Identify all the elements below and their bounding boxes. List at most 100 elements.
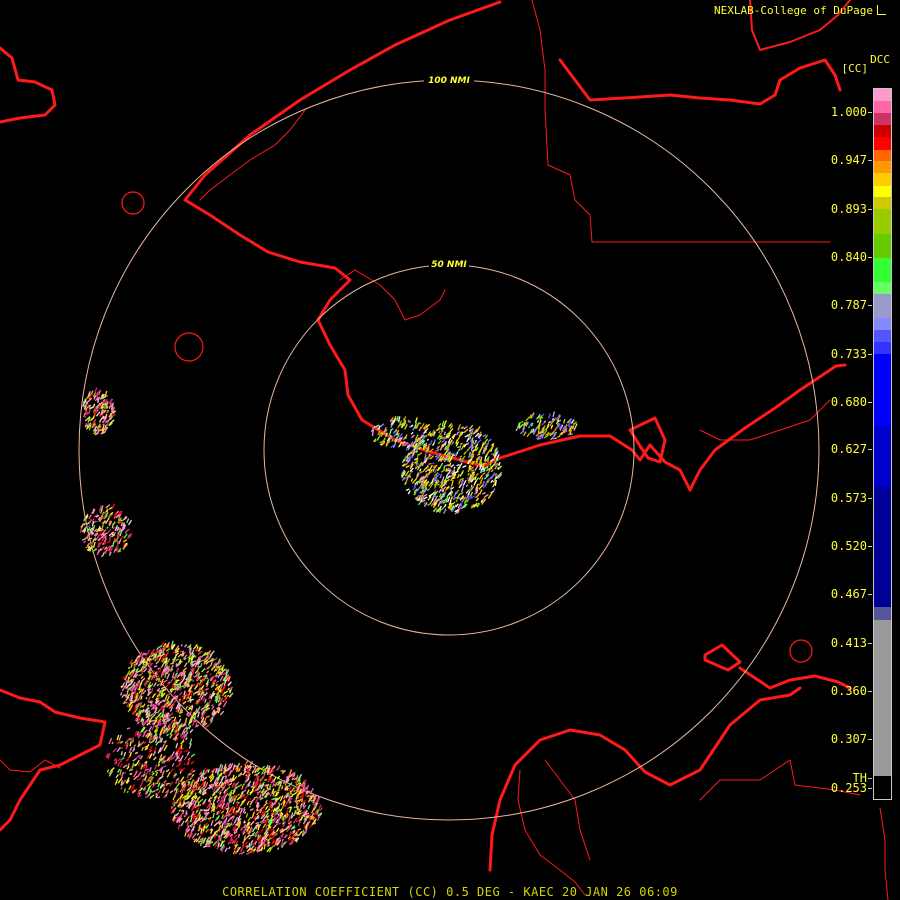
- color-scale-segment: [874, 294, 891, 318]
- echo-pixel: [407, 419, 410, 423]
- product-footer: CORRELATION COEFFICIENT (CC) 0.5 DEG - K…: [222, 885, 678, 899]
- echo-pixel: [171, 668, 174, 671]
- product-unit: [CC]: [841, 62, 869, 75]
- echo-pixel: [151, 770, 154, 774]
- color-scale-segment: [874, 317, 891, 331]
- echo-pixel: [303, 815, 306, 818]
- color-scale-label: 0.947: [830, 152, 867, 167]
- color-scale-bar: [873, 88, 892, 800]
- color-scale-tick: [868, 546, 872, 548]
- color-scale-segment: [874, 149, 891, 162]
- color-scale-segment: [874, 113, 891, 126]
- color-scale-segment: [874, 353, 891, 427]
- echo-pixel: [261, 844, 265, 847]
- color-scale-segment: [874, 173, 891, 186]
- color-scale-label: 0.307: [830, 731, 867, 746]
- echo-pixel: [402, 438, 405, 441]
- echo-pixel: [428, 453, 431, 456]
- echo-pixel: [420, 471, 423, 474]
- echo-pixel: [133, 690, 136, 693]
- color-scale-segment: [874, 426, 891, 487]
- color-scale-label: 0.840: [830, 249, 867, 264]
- echo-pixel: [234, 827, 237, 830]
- color-scale-tick: [868, 112, 872, 113]
- echo-pixel: [87, 539, 90, 542]
- echo-pixel: [185, 678, 188, 681]
- echo-pixel: [404, 422, 407, 425]
- ring-label-100: 100 NMI: [428, 76, 470, 86]
- echo-pixel: [187, 714, 190, 717]
- color-scale-label: 0.573: [830, 491, 867, 506]
- color-scale-tick: [868, 778, 872, 779]
- color-scale-tick: [868, 304, 872, 306]
- echo-pixel: [197, 665, 200, 668]
- echo-pixel: [227, 813, 231, 816]
- color-scale-segment: [874, 607, 891, 620]
- color-scale-segment: [874, 125, 891, 137]
- product-code: DCC: [870, 53, 890, 66]
- echo-pixel: [199, 679, 202, 682]
- color-scale-segment: [874, 486, 891, 608]
- echo-pixel: [281, 838, 284, 842]
- echo-pixel: [460, 426, 464, 429]
- color-scale-segment: [874, 161, 891, 174]
- echo-pixel: [565, 430, 568, 433]
- echo-pixel: [415, 450, 419, 453]
- echo-pixel: [193, 838, 196, 841]
- color-scale-segment: [874, 258, 891, 282]
- color-scale-segment: [874, 100, 891, 114]
- echo-pixel: [431, 431, 434, 434]
- echo-pixel: [249, 797, 252, 801]
- echo-pixel: [277, 847, 280, 850]
- color-scale-segment: [874, 619, 891, 777]
- color-scale-label: 0.627: [830, 442, 867, 457]
- echo-pixel: [140, 787, 143, 790]
- color-scale-segment: [874, 330, 891, 343]
- color-scale-label: 1.000: [830, 105, 867, 119]
- color-scale-segment: [874, 342, 891, 354]
- color-scale-label: 0.413: [830, 636, 867, 651]
- echo-pixel: [123, 694, 127, 697]
- color-scale-tick: [868, 208, 872, 210]
- color-scale-label: 0.680: [830, 394, 867, 409]
- echo-pixel: [556, 435, 559, 439]
- echo-pixel: [277, 802, 280, 805]
- color-scale-segment: [874, 185, 891, 198]
- echo-pixel: [252, 765, 255, 768]
- expand-icon: [877, 5, 886, 15]
- echo-pixel: [287, 807, 290, 810]
- echo-pixel: [206, 677, 209, 680]
- color-scale-label: 0.520: [830, 539, 867, 554]
- echo-pixel: [116, 540, 120, 543]
- color-scale-tick: [868, 787, 872, 789]
- color-scale-tick: [868, 256, 872, 258]
- echo-pixel: [178, 715, 181, 718]
- echo-pixel: [129, 772, 133, 776]
- color-scale-segment: [874, 89, 891, 101]
- credit-text: NEXLAB-College of DuPage: [714, 4, 873, 17]
- color-scale-tick: [868, 401, 872, 403]
- echo-pixel: [175, 781, 178, 784]
- color-scale-segment: [874, 197, 891, 210]
- color-scale-segment: [874, 136, 891, 150]
- echo-pixel: [418, 442, 421, 445]
- color-scale-tick: [868, 738, 872, 740]
- color-scale-tick: [868, 498, 872, 500]
- color-scale-tick: [868, 353, 872, 355]
- credit-label: NEXLAB-College of DuPage: [714, 4, 886, 17]
- echo-pixel: [318, 805, 322, 808]
- echo-pixel: [246, 803, 249, 806]
- color-scale-tick: [868, 594, 872, 596]
- echo-pixel: [177, 756, 180, 760]
- color-scale-label: 0.733: [830, 346, 867, 361]
- echo-pixel: [187, 816, 190, 819]
- color-scale-label: 0.787: [830, 297, 867, 312]
- color-scale-tick: [868, 159, 872, 161]
- echo-pixel: [196, 823, 199, 826]
- echo-pixel: [179, 734, 183, 738]
- echo-pixel: [422, 437, 425, 440]
- ring-label-50: 50 NMI: [431, 260, 467, 270]
- color-scale-label: 0.467: [830, 587, 867, 602]
- color-scale-tick: [868, 691, 872, 692]
- echo-pixel: [205, 715, 208, 718]
